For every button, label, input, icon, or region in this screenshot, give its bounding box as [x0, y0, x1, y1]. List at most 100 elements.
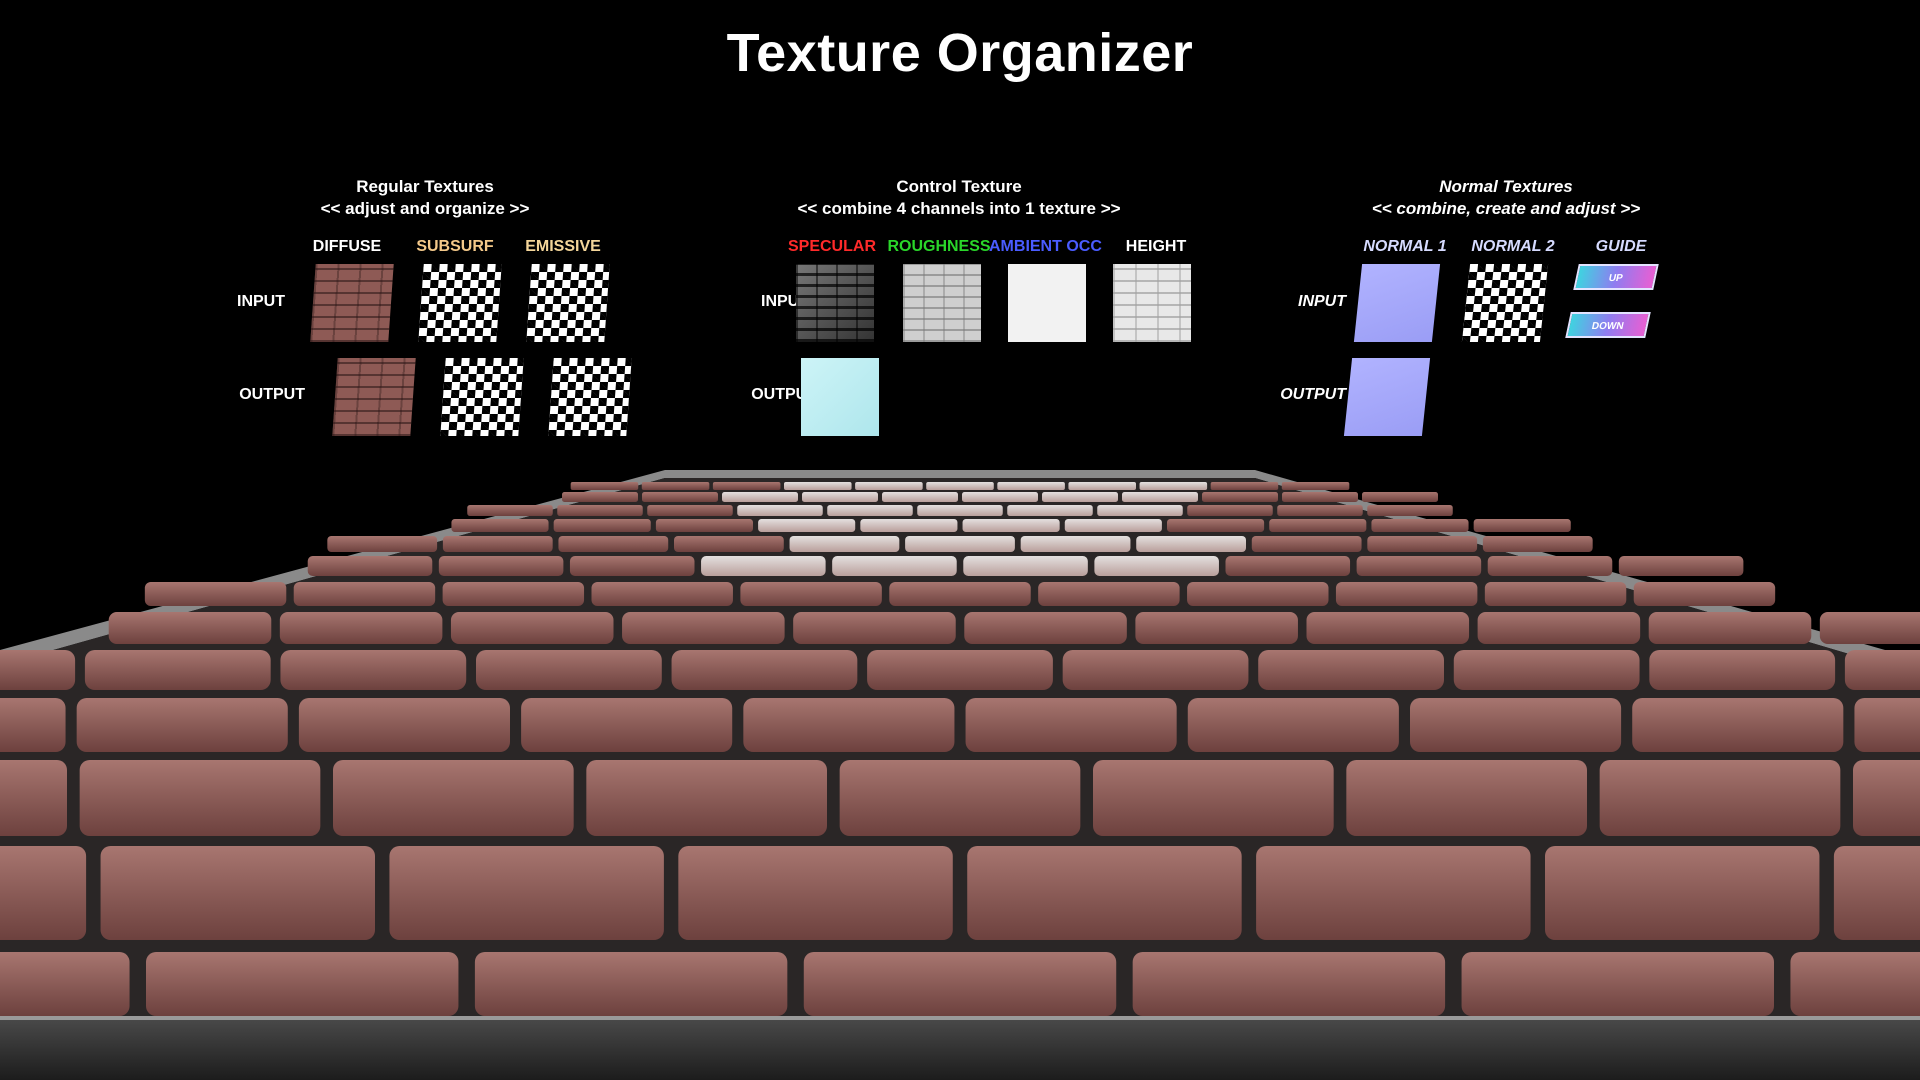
- guide-down-button[interactable]: DOWN: [1565, 312, 1651, 338]
- brick: [1833, 846, 1920, 940]
- brick: [1477, 612, 1641, 644]
- channel-label-normal-1: NORMAL 1: [1363, 238, 1447, 255]
- brick: [591, 582, 733, 606]
- brick: [1251, 536, 1362, 552]
- emissive-output-slot[interactable]: [548, 358, 632, 436]
- subsurf-output-slot[interactable]: [440, 358, 524, 436]
- brick: [1618, 556, 1744, 576]
- brick: [1356, 556, 1482, 576]
- brick: [827, 505, 913, 516]
- brick: [722, 492, 798, 502]
- brick: [1346, 760, 1587, 836]
- brick: [655, 519, 753, 532]
- channel-label-ambient-occ: AMBIENT OCC: [989, 238, 1102, 255]
- panel-title: Normal Textures: [1439, 177, 1573, 196]
- brick: [1202, 492, 1278, 502]
- brick: [558, 536, 669, 552]
- channel-label-subsurf: SUBSURF: [416, 238, 494, 255]
- brick: [0, 952, 130, 1016]
- brick: [1042, 492, 1118, 502]
- brick: [0, 698, 66, 752]
- brick: [0, 650, 76, 690]
- brick: [1122, 492, 1198, 502]
- brick: [451, 519, 549, 532]
- brick: [557, 505, 643, 516]
- panel-title: Control Texture: [896, 177, 1022, 196]
- brick: [964, 612, 1127, 644]
- brick: [1281, 482, 1350, 490]
- brick: [1648, 612, 1812, 644]
- normal-output-slot[interactable]: [1343, 358, 1431, 436]
- control-output-slot[interactable]: [801, 358, 879, 436]
- brick: [389, 846, 664, 940]
- brick: [642, 492, 718, 502]
- brick: [1473, 519, 1571, 532]
- subsurf-input-slot[interactable]: [418, 264, 502, 342]
- brick: [146, 952, 459, 1016]
- brick: [1410, 698, 1622, 752]
- brick: [298, 698, 510, 752]
- brick: [1367, 505, 1453, 516]
- guide-up-button[interactable]: UP: [1573, 264, 1659, 290]
- brick: [678, 846, 953, 940]
- brick: [1062, 650, 1249, 690]
- brick: [671, 650, 858, 690]
- brick: [882, 492, 958, 502]
- brick: [889, 582, 1031, 606]
- brick: [1854, 698, 1920, 752]
- brick: [1599, 760, 1841, 836]
- frame-bottom-edge: [0, 1016, 1920, 1020]
- brick: [442, 536, 553, 552]
- channel-label-emissive: EMISSIVE: [525, 238, 601, 255]
- brick: [1487, 556, 1613, 576]
- channel-label-guide: GUIDE: [1595, 238, 1647, 255]
- specular-input-slot[interactable]: [796, 264, 874, 342]
- channel-label-diffuse: DIFFUSE: [312, 238, 382, 255]
- brick: [293, 582, 436, 606]
- brick: [1277, 505, 1363, 516]
- brick: [1482, 536, 1593, 552]
- brick: [562, 492, 638, 502]
- brick: [1097, 505, 1183, 516]
- brick: [586, 760, 827, 836]
- brick: [1362, 492, 1438, 502]
- brick: [0, 760, 67, 836]
- roughness-input-slot[interactable]: [903, 264, 981, 342]
- channel-label-height: HEIGHT: [1125, 238, 1187, 255]
- brick: [476, 650, 662, 690]
- ambient-occ-input-slot[interactable]: [1008, 264, 1086, 342]
- brick: [967, 846, 1242, 940]
- brick: [1064, 519, 1162, 532]
- height-input-slot[interactable]: [1113, 264, 1191, 342]
- brick: [1094, 556, 1219, 576]
- brick: [1225, 556, 1351, 576]
- frame-bottom: [0, 1018, 1920, 1080]
- normal-1-input-slot[interactable]: [1353, 264, 1441, 342]
- brick: [1256, 846, 1531, 940]
- brick: [860, 519, 958, 532]
- brick: [1210, 482, 1279, 490]
- brick: [1007, 505, 1093, 516]
- brick: [521, 698, 733, 752]
- brick: [839, 760, 1081, 836]
- row-label-output: OUTPUT: [239, 386, 305, 403]
- emissive-input-slot[interactable]: [526, 264, 610, 342]
- normal-2-input-slot[interactable]: [1461, 264, 1549, 342]
- brick: [674, 536, 784, 552]
- brick: [570, 482, 639, 490]
- brick: [1139, 482, 1208, 490]
- page-title: Texture Organizer: [726, 23, 1194, 83]
- diffuse-output-slot[interactable]: [332, 358, 416, 436]
- brick: [1844, 650, 1920, 690]
- brick: [307, 556, 433, 576]
- brick: [279, 612, 443, 644]
- panel-title: Regular Textures: [356, 177, 494, 196]
- brick: [1335, 582, 1478, 606]
- brick: [962, 492, 1038, 502]
- diffuse-input-slot[interactable]: [310, 264, 394, 342]
- brick: [333, 760, 574, 836]
- channel-label-specular: SPECULAR: [787, 238, 876, 255]
- brick: [108, 612, 272, 644]
- brick: [867, 650, 1053, 690]
- brick: [553, 519, 651, 532]
